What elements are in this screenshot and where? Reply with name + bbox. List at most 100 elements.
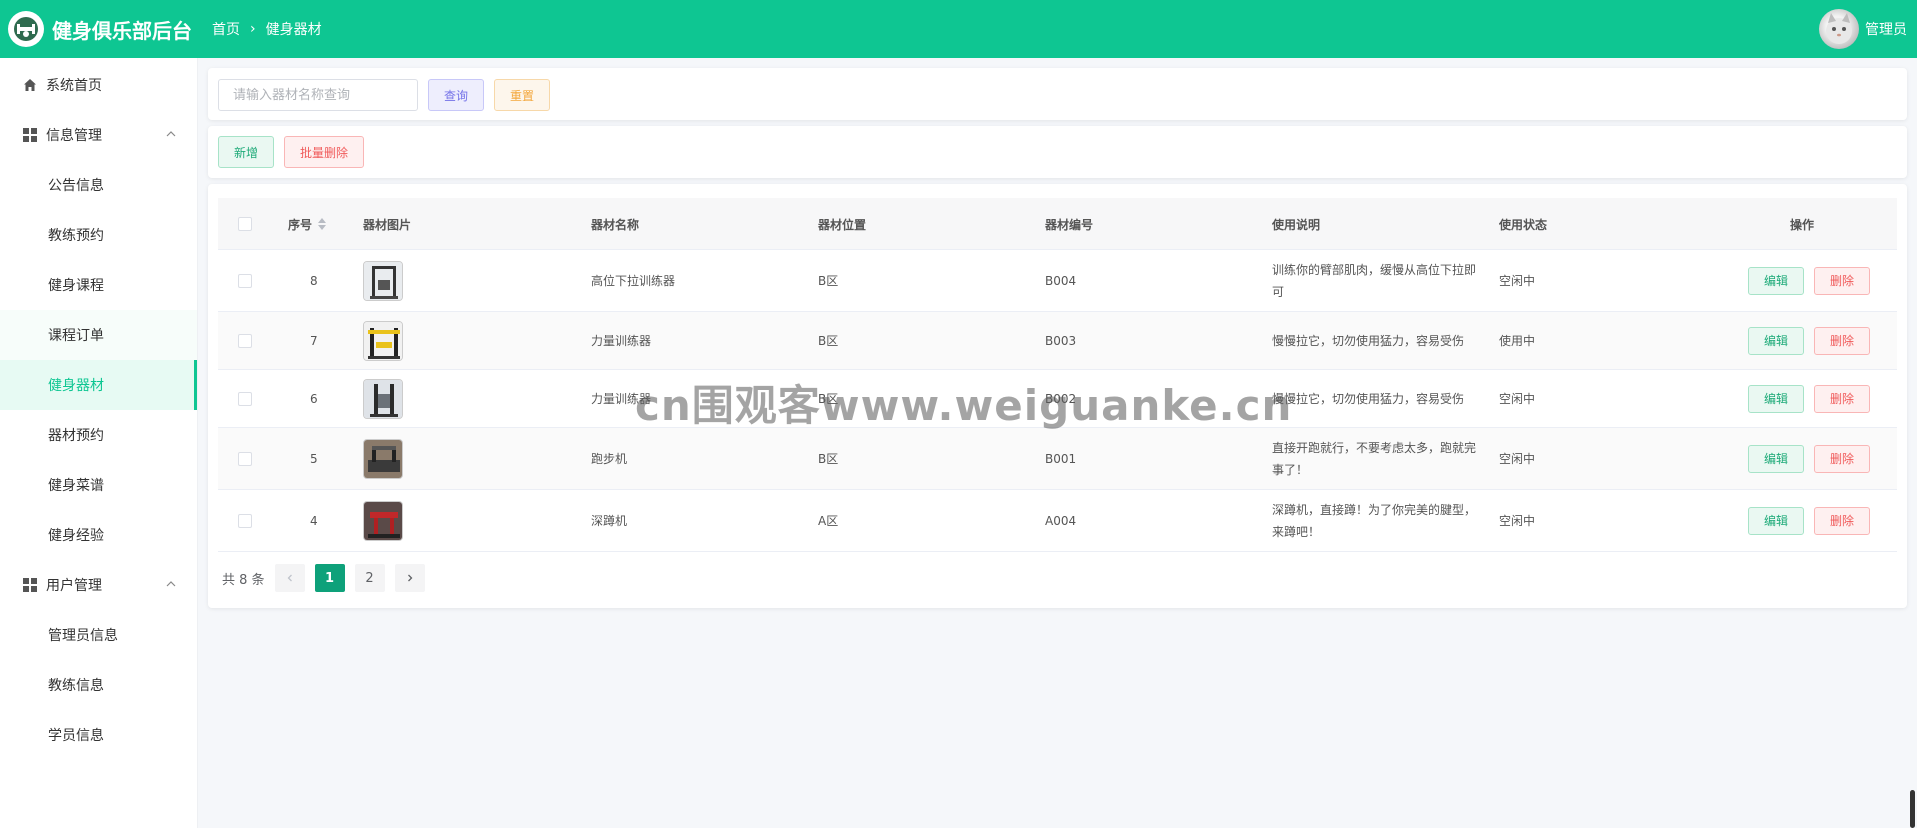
prev-page-button[interactable] [274, 564, 305, 592]
checkbox[interactable] [238, 451, 252, 466]
avatar[interactable] [1819, 9, 1859, 49]
cell-image [363, 250, 403, 311]
checkbox[interactable] [238, 333, 252, 348]
user-menu[interactable]: 管理员 [1819, 9, 1907, 49]
action-panel: 新增 批量删除 [208, 126, 1907, 178]
cell-code: A004 [1045, 513, 1077, 528]
select-all-checkbox[interactable] [238, 198, 252, 250]
cell-code: B001 [1045, 451, 1077, 466]
cell-id: 6 [310, 391, 318, 406]
page-button-1[interactable]: 1 [314, 564, 345, 592]
checkbox[interactable] [238, 513, 252, 528]
edit-button[interactable]: 编辑 [1748, 506, 1804, 535]
home-icon [22, 77, 38, 93]
sidebar-item-label: 健身菜谱 [48, 478, 104, 494]
cell-id: 4 [310, 513, 318, 528]
edit-button[interactable]: 编辑 [1748, 444, 1804, 473]
scrollbar-handle[interactable] [1910, 790, 1915, 828]
column-name: 器材名称 [591, 217, 640, 232]
dumbbell-logo-icon [14, 17, 38, 41]
edit-button[interactable]: 编辑 [1748, 266, 1804, 295]
batch-delete-button[interactable]: 批量删除 [284, 136, 364, 168]
column-label: 序号 [288, 217, 313, 232]
sidebar-group-label: 用户管理 [46, 578, 102, 594]
column-actions: 操作 [1790, 217, 1815, 232]
table-row: 8 高位下拉训练器 B区 B004 训练你的臂部肌肉，缓慢从高位下拉即可 空闲中… [218, 250, 1897, 312]
edit-button[interactable]: 编辑 [1748, 384, 1804, 413]
edit-button[interactable]: 编辑 [1748, 326, 1804, 355]
sidebar-item-courses[interactable]: 健身课程 [0, 260, 197, 310]
row-checkbox[interactable] [238, 428, 252, 489]
checkbox[interactable] [238, 273, 252, 288]
app-logo [8, 11, 44, 47]
search-panel: 查询 重置 [208, 68, 1907, 120]
delete-button[interactable]: 删除 [1814, 384, 1870, 413]
delete-button[interactable]: 删除 [1814, 266, 1870, 295]
delete-button[interactable]: 删除 [1814, 326, 1870, 355]
row-checkbox[interactable] [238, 490, 252, 551]
next-page-button[interactable] [394, 564, 425, 592]
sidebar-item-label: 健身器材 [48, 378, 104, 394]
cell-description: 慢慢拉它，切勿使用猛力，容易受伤 [1272, 391, 1465, 406]
sidebar-item-experience[interactable]: 健身经验 [0, 510, 197, 560]
sidebar-item-notice[interactable]: 公告信息 [0, 160, 197, 210]
breadcrumb-current: 健身器材 [265, 22, 322, 38]
table-row: 5 跑步机 B区 B001 直接开跑就行，不要考虑太多，跑就完事了！ 空闲中 编… [218, 428, 1897, 490]
sidebar-item-coach-info[interactable]: 教练信息 [0, 660, 197, 710]
sidebar-item-label: 器材预约 [48, 428, 104, 444]
cell-id: 7 [310, 333, 318, 348]
cell-location: B区 [818, 334, 839, 348]
chevron-right-icon: › [250, 21, 256, 37]
query-button[interactable]: 查询 [428, 79, 484, 111]
row-checkbox[interactable] [238, 370, 252, 427]
row-checkbox[interactable] [238, 250, 252, 311]
sidebar-item-home[interactable]: 系统首页 [0, 60, 197, 110]
cell-name: 力量训练器 [591, 334, 652, 348]
sidebar-group-users[interactable]: 用户管理 [0, 560, 197, 610]
grid-icon [22, 127, 38, 143]
cell-name: 深蹲机 [591, 514, 628, 528]
user-name[interactable]: 管理员 [1865, 19, 1907, 39]
cell-code: B003 [1045, 333, 1077, 348]
breadcrumb-home[interactable]: 首页 [212, 19, 240, 39]
equipment-thumbnail [363, 438, 403, 479]
top-header: 健身俱乐部后台 首页 › 健身器材 管理员 [0, 0, 1917, 58]
sidebar-item-coach-booking[interactable]: 教练预约 [0, 210, 197, 260]
delete-button[interactable]: 删除 [1814, 444, 1870, 473]
reset-button[interactable]: 重置 [494, 79, 550, 111]
cell-actions: 编辑 删除 [1748, 370, 1870, 427]
search-input[interactable] [218, 79, 418, 111]
sidebar-item-label: 教练预约 [48, 228, 104, 244]
column-id[interactable]: 序号 [288, 198, 327, 250]
column-status: 使用状态 [1499, 217, 1548, 232]
sidebar-item-equipment-booking[interactable]: 器材预约 [0, 410, 197, 460]
sidebar-item-admin-info[interactable]: 管理员信息 [0, 610, 197, 660]
add-button[interactable]: 新增 [218, 136, 274, 168]
equipment-thumbnail [363, 260, 403, 301]
cell-description: 直接开跑就行，不要考虑太多，跑就完事了！ [1272, 440, 1477, 477]
sidebar-group-info[interactable]: 信息管理 [0, 110, 197, 160]
sidebar-item-recipes[interactable]: 健身菜谱 [0, 460, 197, 510]
cell-actions: 编辑 删除 [1748, 312, 1870, 369]
chevron-left-icon [287, 574, 292, 582]
checkbox[interactable] [238, 391, 252, 406]
cell-name: 高位下拉训练器 [591, 274, 676, 288]
cell-location: B区 [818, 274, 839, 288]
cell-actions: 编辑 删除 [1748, 428, 1870, 489]
sidebar-item-member-info[interactable]: 学员信息 [0, 710, 197, 760]
table-row: 7 力量训练器 B区 B003 慢慢拉它，切勿使用猛力，容易受伤 使用中 编辑 … [218, 312, 1897, 370]
page-button-2[interactable]: 2 [354, 564, 385, 592]
cell-id: 8 [310, 273, 318, 288]
breadcrumb: 首页 › 健身器材 [212, 19, 322, 39]
sidebar-item-course-orders[interactable]: 课程订单 [0, 310, 197, 360]
sort-icon[interactable] [318, 218, 327, 230]
row-checkbox[interactable] [238, 312, 252, 369]
sidebar-item-equipment[interactable]: 健身器材 [0, 360, 197, 410]
delete-button[interactable]: 删除 [1814, 506, 1870, 535]
checkbox[interactable] [238, 217, 252, 231]
sidebar-item-label: 健身课程 [48, 278, 104, 294]
column-location: 器材位置 [818, 217, 867, 232]
cell-actions: 编辑 删除 [1748, 490, 1870, 551]
cell-name: 跑步机 [591, 452, 628, 466]
column-code: 器材编号 [1045, 217, 1094, 232]
